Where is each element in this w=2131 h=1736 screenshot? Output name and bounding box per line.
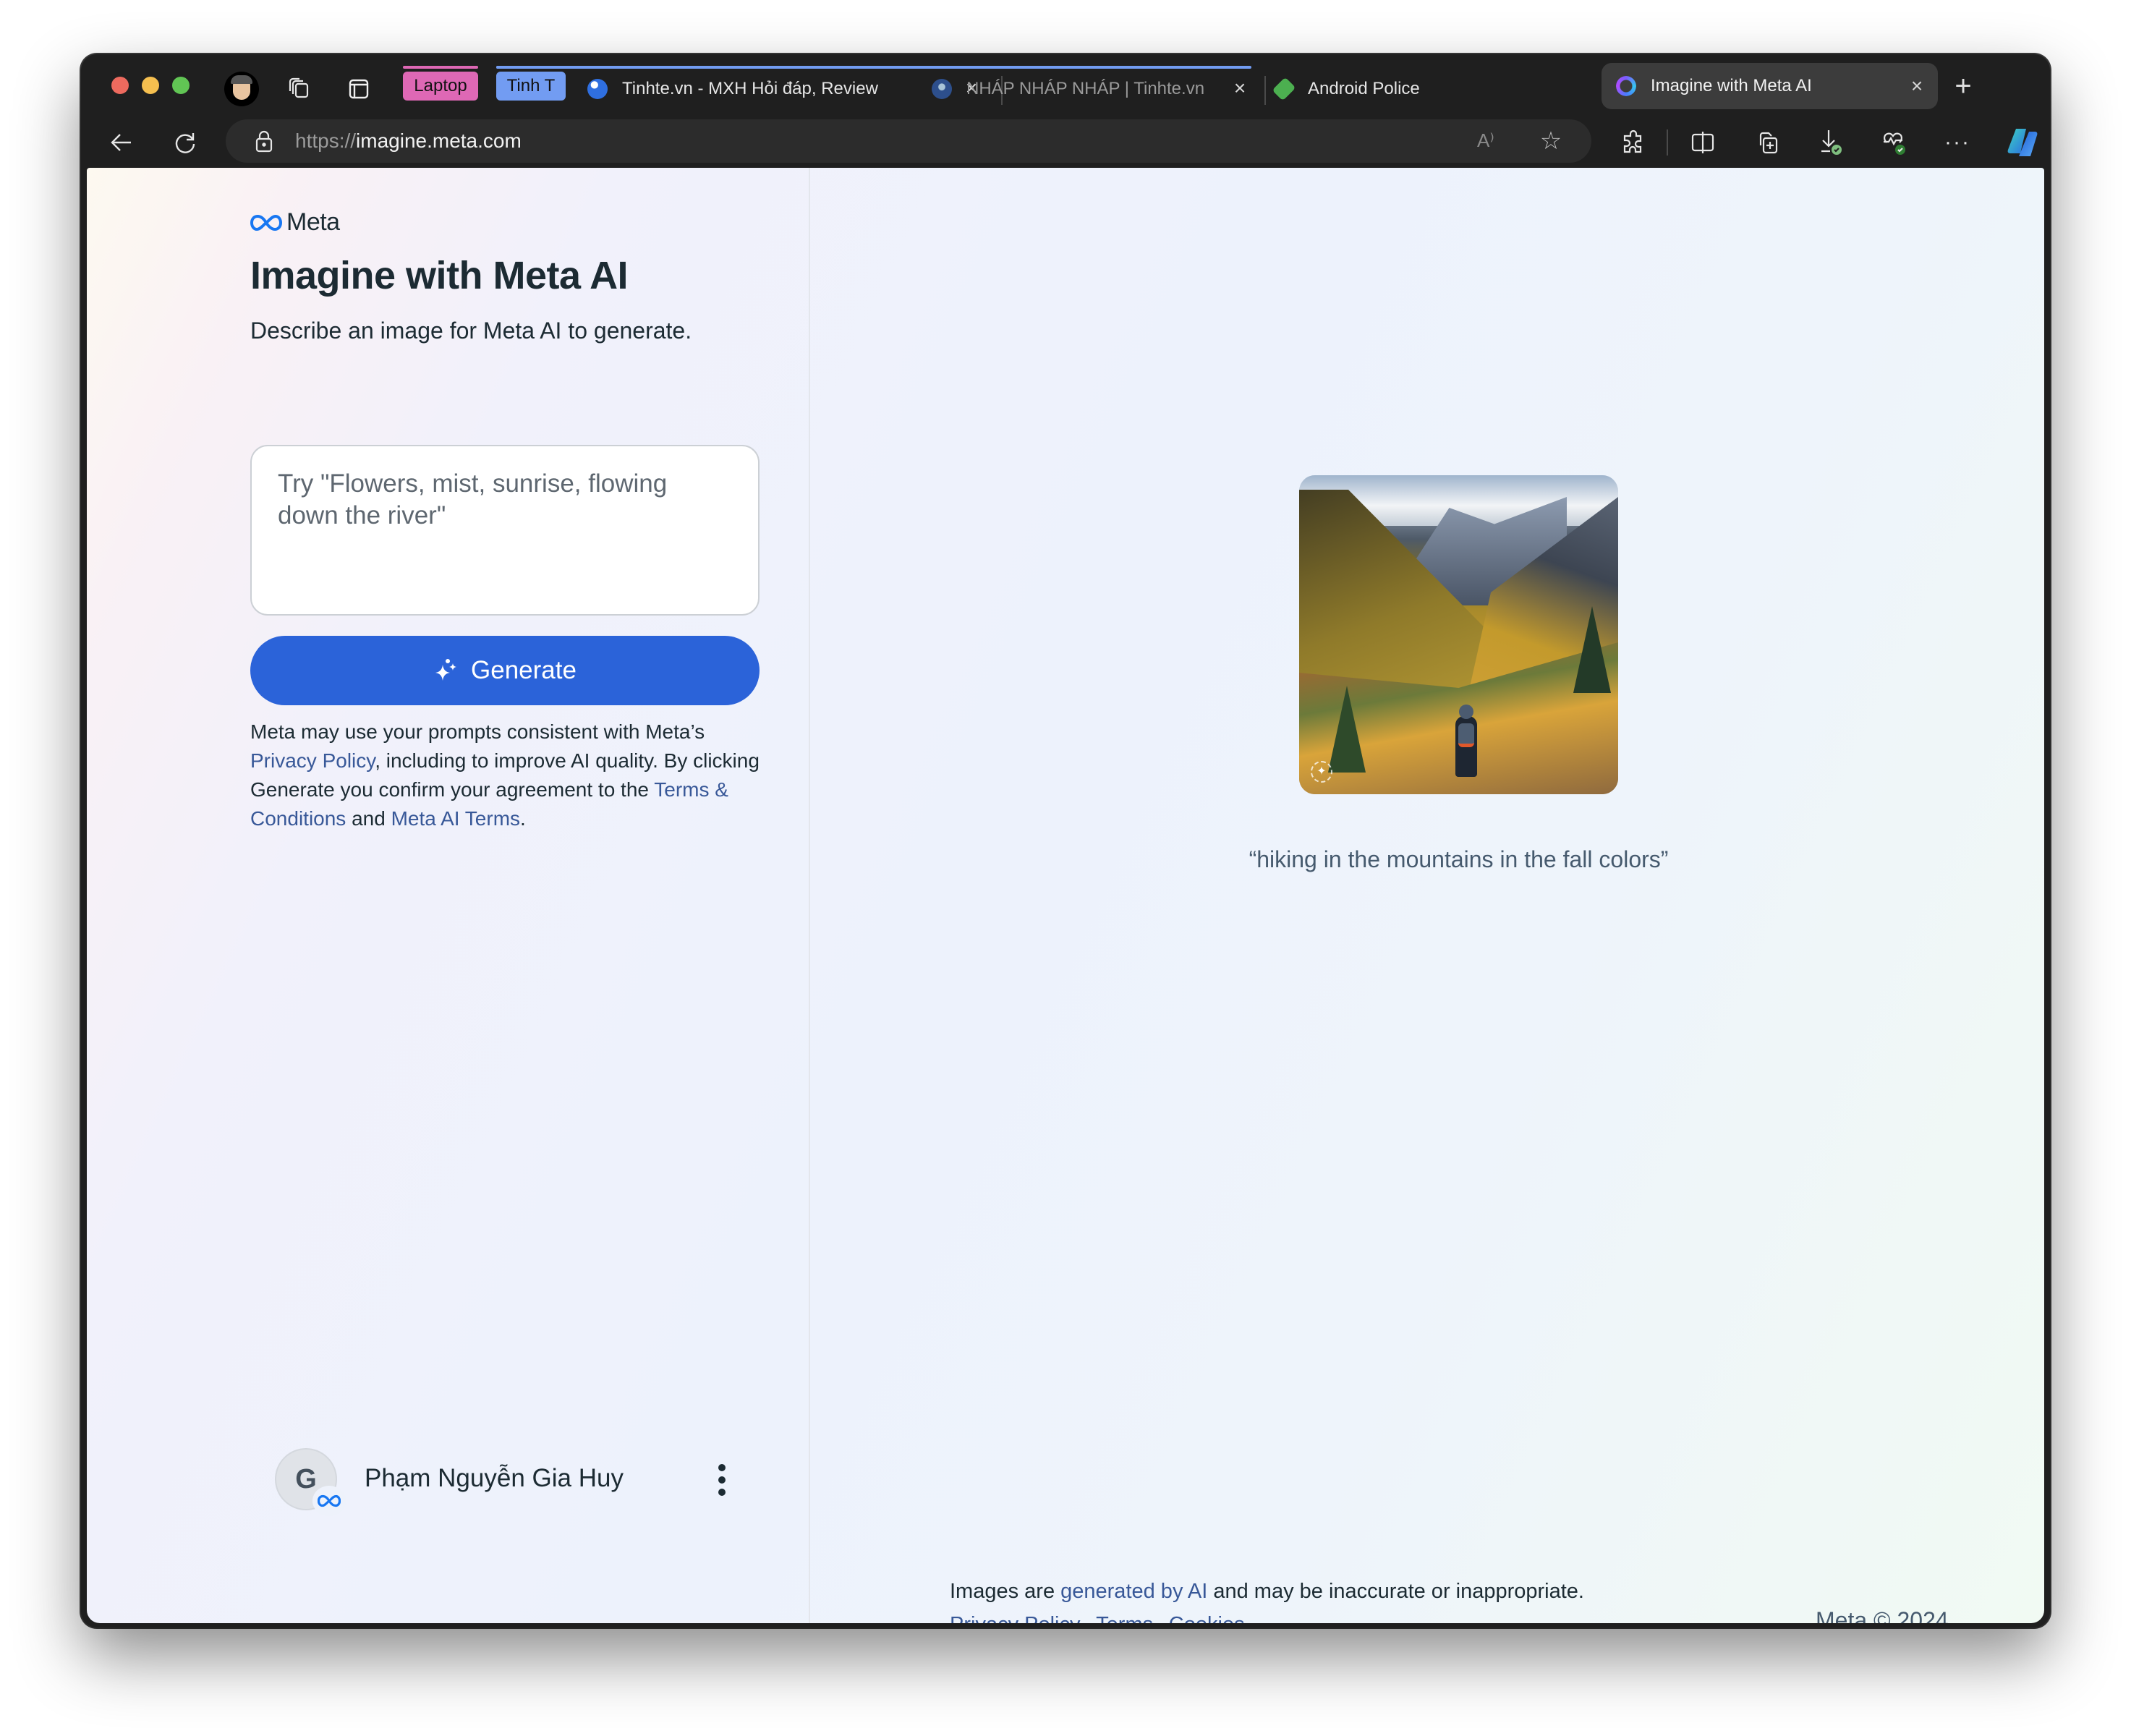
tab-title: Android Police xyxy=(1308,79,1420,98)
prompt-input[interactable] xyxy=(250,445,760,616)
footer-links: Privacy Policy · Terms · Cookies xyxy=(950,1613,1245,1623)
image-tree xyxy=(1328,686,1366,773)
notice-text: Images are xyxy=(950,1580,1061,1603)
collections-button[interactable] xyxy=(1751,125,1785,160)
split-screen-icon xyxy=(1691,132,1714,153)
url-text[interactable]: https://imagine.meta.com xyxy=(295,129,522,153)
sparkle-icon xyxy=(435,659,457,681)
meta-infinity-icon xyxy=(250,214,282,231)
reload-button[interactable] xyxy=(168,125,203,160)
copyright: Meta © 2024 xyxy=(1816,1607,1949,1623)
user-menu-kebab-icon[interactable] xyxy=(709,1461,735,1499)
vertical-tabs-icon[interactable] xyxy=(344,75,373,103)
puzzle-icon xyxy=(1623,129,1642,153)
meta-ai-terms-link[interactable]: Meta AI Terms xyxy=(391,807,520,830)
tab-nhap[interactable]: NHÁP NHÁP NHÁP | Tinhte.vn × xyxy=(932,69,1261,109)
favorite-star-icon[interactable]: ☆ xyxy=(1538,128,1564,154)
lock-icon[interactable] xyxy=(253,129,275,153)
user-name: Phạm Nguyễn Gia Huy xyxy=(365,1464,624,1492)
new-tab-button[interactable]: + xyxy=(1947,72,1979,103)
image-hiker xyxy=(1455,705,1477,777)
meta-ai-favicon-icon xyxy=(1616,76,1636,96)
tab-group-tinh-t[interactable]: Tinh T xyxy=(496,66,566,101)
tab-title: Tinhte.vn - MXH Hỏi đáp, Review xyxy=(622,79,878,98)
footer-terms-link[interactable]: Terms xyxy=(1096,1613,1153,1623)
browser-essentials-button[interactable] xyxy=(1878,125,1913,160)
toolbar-separator xyxy=(1667,129,1668,156)
extensions-button[interactable] xyxy=(1616,125,1651,160)
tab-imagine-meta-ai[interactable]: Imagine with Meta AI × xyxy=(1602,63,1938,109)
disclaimer-text: Meta may use your prompts consistent wit… xyxy=(250,720,705,743)
separator: · xyxy=(1085,1613,1092,1623)
window-close-button[interactable] xyxy=(111,77,129,94)
disclaimer-text: and xyxy=(346,807,391,830)
read-aloud-icon[interactable]: A⁾ xyxy=(1477,129,1502,153)
privacy-policy-link[interactable]: Privacy Policy xyxy=(250,749,375,772)
download-icon xyxy=(1821,130,1842,155)
user-account: G Phạm Nguyễn Gia Huy xyxy=(275,1445,767,1516)
tab-group-laptop[interactable]: Laptop xyxy=(403,66,478,101)
page-title: Imagine with Meta AI xyxy=(250,254,629,297)
prompt-panel: Meta Imagine with Meta AI Describe an im… xyxy=(87,168,810,1623)
browser-window: Laptop Tinh T Tinhte.vn - MXH Hỏi đáp, R… xyxy=(81,54,2050,1628)
meta-badge-icon xyxy=(312,1486,346,1516)
heart-pulse-icon xyxy=(1884,132,1905,155)
address-bar[interactable]: https://imagine.meta.com A⁾ ☆ xyxy=(226,119,1591,163)
arrow-left-icon xyxy=(111,134,131,151)
notice-text: and may be inaccurate or inappropriate. xyxy=(1207,1580,1584,1603)
more-menu-button[interactable]: ··· xyxy=(1940,125,1975,160)
back-button[interactable] xyxy=(104,125,139,160)
generate-button[interactable]: Generate xyxy=(250,636,760,705)
generated-image[interactable]: ✦ xyxy=(1299,475,1618,794)
ai-notice: Images are generated by AI and may be in… xyxy=(950,1580,1584,1604)
profile-avatar-icon xyxy=(231,75,252,100)
tab-close-icon[interactable]: × xyxy=(1229,77,1251,99)
meta-wordmark: Meta xyxy=(286,208,340,236)
image-caption: “hiking in the mountains in the fall col… xyxy=(1249,846,1669,872)
image-tree xyxy=(1573,606,1611,693)
downloads-button[interactable] xyxy=(1814,125,1849,160)
copilot-button[interactable] xyxy=(2005,125,2040,160)
imagined-with-ai-watermark-icon: ✦ xyxy=(1311,761,1332,783)
disclaimer-text: . xyxy=(520,807,526,830)
meta-logo[interactable]: Meta xyxy=(250,208,340,237)
tab-title: NHÁP NHÁP NHÁP | Tinhte.vn xyxy=(966,79,1205,98)
split-screen-button[interactable] xyxy=(1685,125,1720,160)
generated-by-ai-link[interactable]: generated by AI xyxy=(1060,1580,1207,1603)
tab-strip: Laptop Tinh T Tinhte.vn - MXH Hỏi đáp, R… xyxy=(81,54,2050,119)
generate-label: Generate xyxy=(471,656,577,684)
profile-avatar-button[interactable] xyxy=(224,72,259,106)
window-minimize-button[interactable] xyxy=(142,77,159,94)
preview-panel: ✦ “hiking in the mountains in the fall c… xyxy=(812,168,2044,1623)
url-scheme: https:// xyxy=(295,129,357,152)
footer-cookies-link[interactable]: Cookies xyxy=(1169,1613,1245,1623)
android-police-favicon-icon xyxy=(1272,77,1296,101)
tinhte-favicon-icon xyxy=(587,79,608,99)
footer-privacy-link[interactable]: Privacy Policy xyxy=(950,1613,1081,1623)
page-content: Meta Imagine with Meta AI Describe an im… xyxy=(87,168,2044,1623)
prompt-disclaimer: Meta may use your prompts consistent wit… xyxy=(250,718,771,833)
tab-title: Imagine with Meta AI xyxy=(1651,76,1812,95)
reload-icon xyxy=(175,133,195,153)
workspaces-icon[interactable] xyxy=(285,75,314,103)
avatar-initial: G xyxy=(295,1463,317,1494)
tinhte-favicon-icon xyxy=(932,79,952,99)
tab-close-icon[interactable]: × xyxy=(1906,75,1928,97)
page-subtitle: Describe an image for Meta AI to generat… xyxy=(250,318,692,344)
tab-separator xyxy=(1264,76,1266,105)
copilot-icon xyxy=(2007,129,2038,156)
url-host: imagine.meta.com xyxy=(356,129,522,152)
collections-icon xyxy=(1759,132,1778,154)
window-maximize-button[interactable] xyxy=(172,77,190,94)
separator: · xyxy=(1157,1613,1165,1623)
